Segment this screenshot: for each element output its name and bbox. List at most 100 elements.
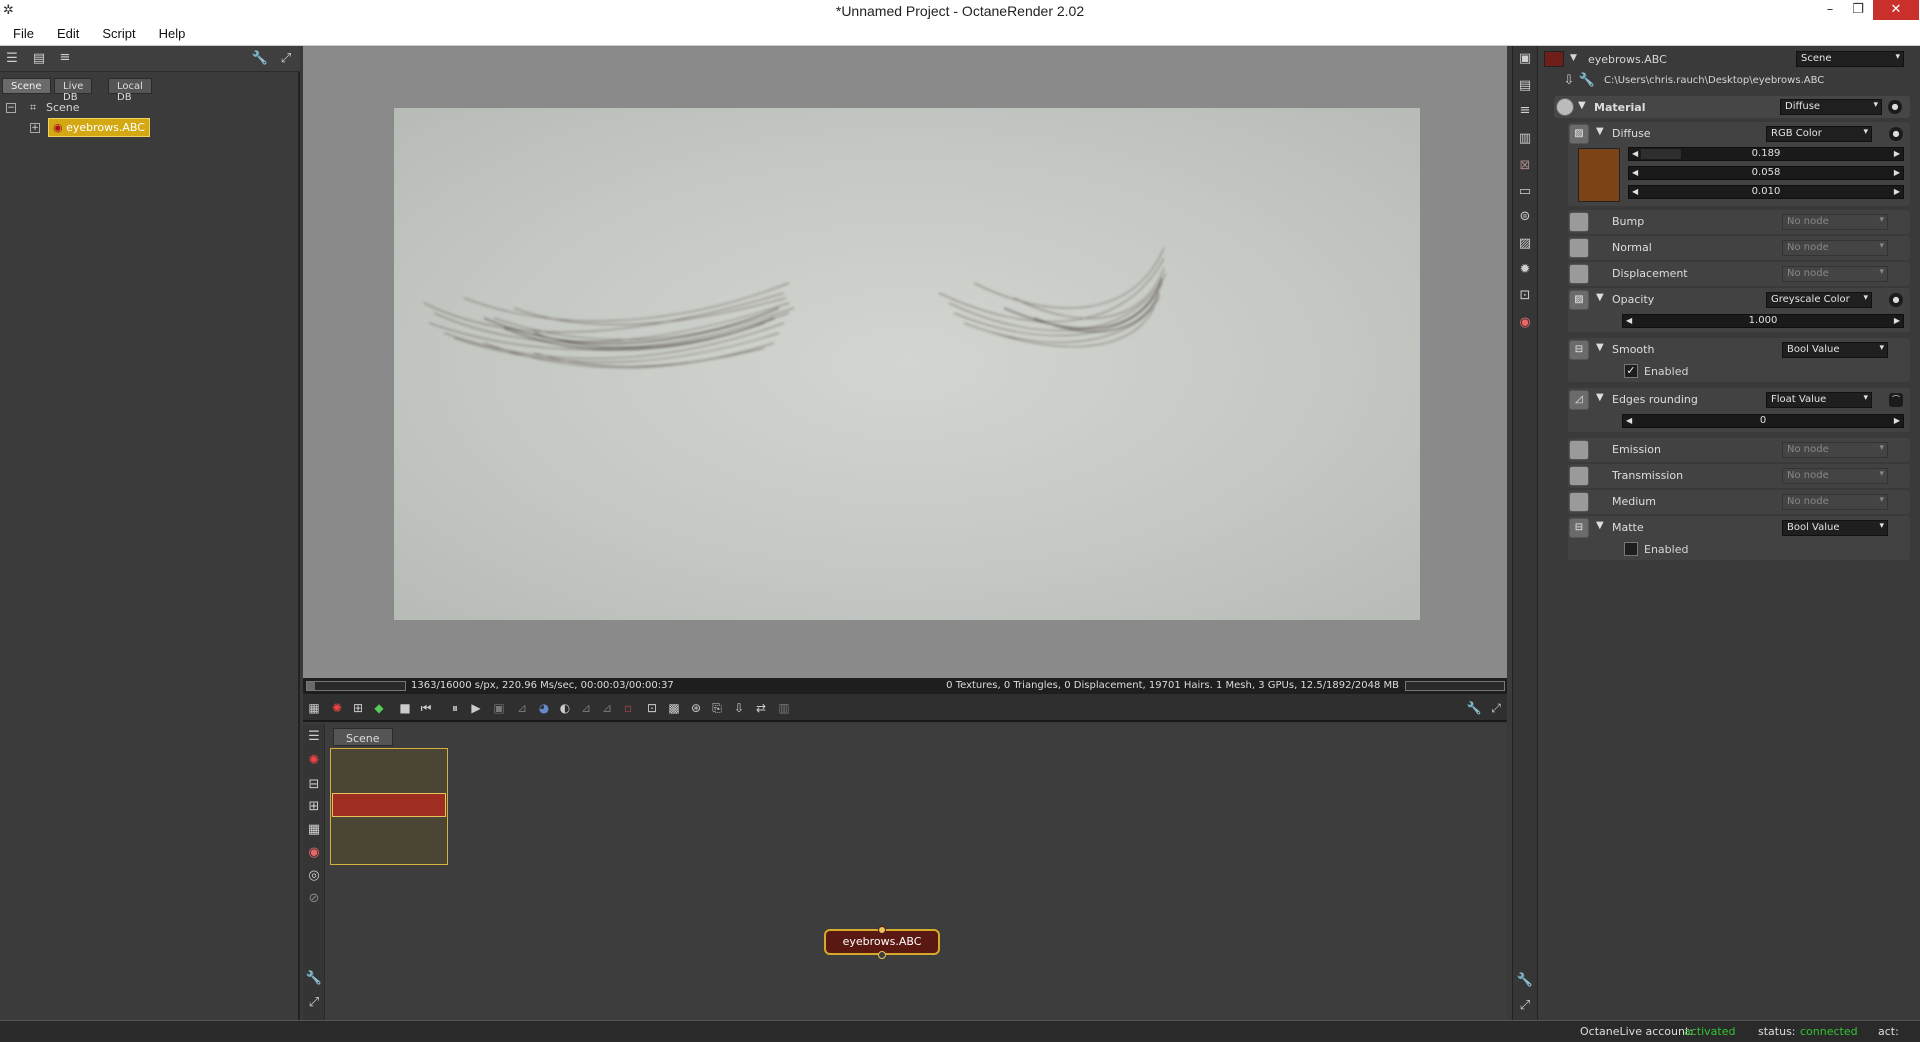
expand-toggle[interactable]: + bbox=[30, 123, 40, 133]
minimize-button[interactable]: – bbox=[1816, 0, 1844, 20]
collapse-triangle-icon[interactable]: ▼ bbox=[1596, 292, 1604, 303]
clay-mode-icon[interactable]: ✺ bbox=[328, 699, 346, 717]
medium-pin-row[interactable]: Medium No node ▾ bbox=[1568, 490, 1910, 514]
opacity-slider[interactable]: ◀ 1.000 ▶ bbox=[1622, 314, 1904, 328]
diffuse-pin-row[interactable]: ▨ ▼ Diffuse RGB Color ▾ ● ◀ 0.189 ▶ ◀ 0.058 ▶… bbox=[1568, 122, 1910, 206]
subsample-icon[interactable]: ⊞ bbox=[349, 699, 367, 717]
render-layer-icon[interactable]: ◆ bbox=[370, 699, 388, 717]
save-render-icon[interactable]: ⇩ bbox=[730, 699, 748, 717]
diffuse-type-dropdown[interactable]: RGB Color ▾ bbox=[1766, 126, 1872, 142]
sun-icon[interactable]: ✹ bbox=[1516, 261, 1534, 279]
displacement-node-dropdown[interactable]: No node ▾ bbox=[1782, 266, 1888, 282]
tab-scene-graph[interactable]: Scene bbox=[333, 728, 393, 746]
background-image-icon[interactable]: ▥ bbox=[775, 699, 793, 717]
lines-icon[interactable]: ≡ bbox=[1516, 102, 1534, 120]
displacement-pin-row[interactable]: Displacement No node ▾ bbox=[1568, 262, 1910, 286]
opacity-pin-row[interactable]: ▨ ▼ Opacity Greyscale Color ▾ ● ◀ 1.000 ▶ bbox=[1568, 288, 1910, 332]
node-graph-minimap[interactable] bbox=[330, 748, 448, 865]
normal-pin-row[interactable]: Normal No node ▾ bbox=[1568, 236, 1910, 260]
display-icon[interactable]: ▭ bbox=[1516, 183, 1534, 201]
material-picker-icon[interactable]: ◐ bbox=[556, 699, 574, 717]
export-passes-icon[interactable]: ⇄ bbox=[752, 699, 770, 717]
render-image[interactable] bbox=[394, 108, 1420, 620]
image-icon[interactable]: ▨ bbox=[1516, 235, 1534, 253]
nodegraph-maximize-icon[interactable]: ⤢ bbox=[305, 994, 323, 1012]
outliner-stack-icon[interactable]: ▤ bbox=[30, 50, 48, 68]
start-icon[interactable]: ▶ bbox=[467, 699, 485, 717]
minimap-viewport-indicator[interactable] bbox=[332, 793, 446, 817]
white-balance-icon[interactable]: ◕ bbox=[535, 699, 553, 717]
medium-node-dropdown[interactable]: No node ▾ bbox=[1782, 494, 1888, 510]
object-picker-icon[interactable]: ⊿ bbox=[577, 699, 595, 717]
diffuse-color-swatch[interactable] bbox=[1578, 148, 1620, 202]
eye-icon[interactable]: ● bbox=[1889, 127, 1903, 141]
tree-row-eyebrows[interactable]: + ◉ eyebrows.ABC bbox=[6, 118, 286, 138]
outliner-list-icon[interactable]: ☰ bbox=[3, 50, 21, 68]
emission-node-dropdown[interactable]: No node ▾ bbox=[1782, 442, 1888, 458]
ungroup-nodes-icon[interactable]: ▦ bbox=[305, 821, 323, 839]
emission-pin-row[interactable]: Emission No node ▾ bbox=[1568, 438, 1910, 462]
tab-local-db[interactable]: Local DB bbox=[108, 78, 152, 103]
matte-type-dropdown[interactable]: Bool Value ▾ bbox=[1782, 520, 1888, 536]
outliner-sync-icon[interactable]: ☰ bbox=[305, 728, 323, 746]
material-icon[interactable]: ◎ bbox=[305, 867, 323, 885]
eye-icon[interactable]: ● bbox=[1888, 100, 1902, 114]
menu-help[interactable]: Help bbox=[146, 22, 196, 41]
focus-picker-icon[interactable]: ⊿ bbox=[513, 699, 531, 717]
database-icon[interactable]: ⊜ bbox=[1516, 208, 1534, 226]
smooth-pin-row[interactable]: ⊟ ▼ Smooth Bool Value ▾ ✓ Enabled bbox=[1568, 338, 1910, 382]
stop-icon[interactable]: ■ bbox=[396, 699, 414, 717]
kernel-icon[interactable]: ⊡ bbox=[1516, 287, 1534, 305]
collapse-triangle-icon[interactable]: ▼ bbox=[1570, 53, 1577, 63]
strip-wrench-icon[interactable]: 🔧 bbox=[1516, 972, 1534, 990]
outliner-collapse-icon[interactable]: ≡ bbox=[56, 49, 74, 67]
collapse-triangle-icon[interactable]: ▼ bbox=[1596, 392, 1604, 403]
viewport-maximize-icon[interactable]: ⤢ bbox=[1487, 699, 1505, 717]
diffuse-b-slider[interactable]: ◀ 0.010 ▶ bbox=[1628, 185, 1904, 199]
node-color-swatch[interactable] bbox=[1544, 51, 1564, 67]
film-settings-icon[interactable]: ▦ bbox=[305, 699, 323, 717]
close-button[interactable]: ✕ bbox=[1873, 0, 1919, 20]
strip-maximize-icon[interactable]: ⤢ bbox=[1516, 997, 1534, 1015]
matte-enabled-checkbox[interactable] bbox=[1624, 542, 1638, 556]
pause-icon[interactable]: ⏸ bbox=[446, 699, 464, 717]
menu-edit[interactable]: Edit bbox=[44, 22, 89, 41]
collapse-triangle-icon[interactable]: ▼ bbox=[1596, 342, 1604, 353]
zoom-region-icon[interactable]: ⊡ bbox=[643, 699, 661, 717]
camera-target-icon[interactable]: ⊿ bbox=[598, 699, 616, 717]
render-target-icon[interactable]: ▣ bbox=[1516, 50, 1534, 68]
normal-node-dropdown[interactable]: No node ▾ bbox=[1782, 240, 1888, 256]
tree-label-eyebrows-selected[interactable]: ◉ eyebrows.ABC bbox=[48, 118, 150, 137]
geometry-icon[interactable]: ◉ bbox=[305, 844, 323, 862]
file-wrench-icon[interactable]: 🔧 bbox=[1578, 72, 1596, 90]
matte-pin-row[interactable]: ⊟ ▼ Matte Bool Value ▾ Enabled bbox=[1568, 516, 1910, 560]
layout-nodes-icon[interactable]: ⊟ bbox=[305, 776, 323, 794]
maximize-icon[interactable]: ⤢ bbox=[277, 50, 295, 68]
node-type-dropdown[interactable]: Scene ▾ bbox=[1796, 51, 1904, 67]
collapse-triangle-icon[interactable]: ▼ bbox=[1596, 126, 1604, 137]
stack-icon[interactable]: ▤ bbox=[1516, 77, 1534, 95]
collapse-triangle-icon[interactable]: ▼ bbox=[1578, 100, 1586, 111]
group-nodes-icon[interactable]: ⊞ bbox=[305, 798, 323, 816]
smooth-enabled-checkbox[interactable]: ✓ bbox=[1624, 364, 1638, 378]
film-region-icon[interactable]: ▩ bbox=[665, 699, 683, 717]
collapse-triangle-icon[interactable]: ▼ bbox=[1596, 520, 1604, 531]
camera-icon[interactable]: ⊠ bbox=[1516, 157, 1534, 175]
geometry-node[interactable]: eyebrows.ABC bbox=[824, 926, 940, 959]
transmission-pin-row[interactable]: Transmission No node ▾ bbox=[1568, 464, 1910, 488]
edges-rounding-slider[interactable]: ◀ 0 ▶ bbox=[1622, 414, 1904, 428]
viewport-wrench-icon[interactable]: 🔧 bbox=[1465, 699, 1483, 717]
lock-viewport-icon[interactable]: ⊛ bbox=[687, 699, 705, 717]
restore-button[interactable]: ❐ bbox=[1844, 0, 1872, 20]
opacity-type-dropdown[interactable]: Greyscale Color ▾ bbox=[1766, 292, 1872, 308]
material-type-dropdown[interactable]: Diffuse ▾ bbox=[1780, 99, 1882, 115]
texture-icon[interactable]: ⊘ bbox=[305, 890, 323, 908]
copy-to-clipboard-icon[interactable]: ⎘ bbox=[708, 699, 726, 717]
diffuse-r-slider[interactable]: ◀ 0.189 ▶ bbox=[1628, 147, 1904, 161]
tree-row-scene[interactable]: − ⌗ Scene bbox=[6, 98, 286, 118]
materials-icon[interactable]: ◉ bbox=[1516, 314, 1534, 332]
realtime-icon[interactable]: ▣ bbox=[490, 699, 508, 717]
material-pin-row[interactable]: ▼ Material Diffuse ▾ ● bbox=[1554, 96, 1910, 118]
transmission-node-dropdown[interactable]: No node ▾ bbox=[1782, 468, 1888, 484]
restart-icon[interactable]: ⏮ bbox=[417, 699, 435, 717]
